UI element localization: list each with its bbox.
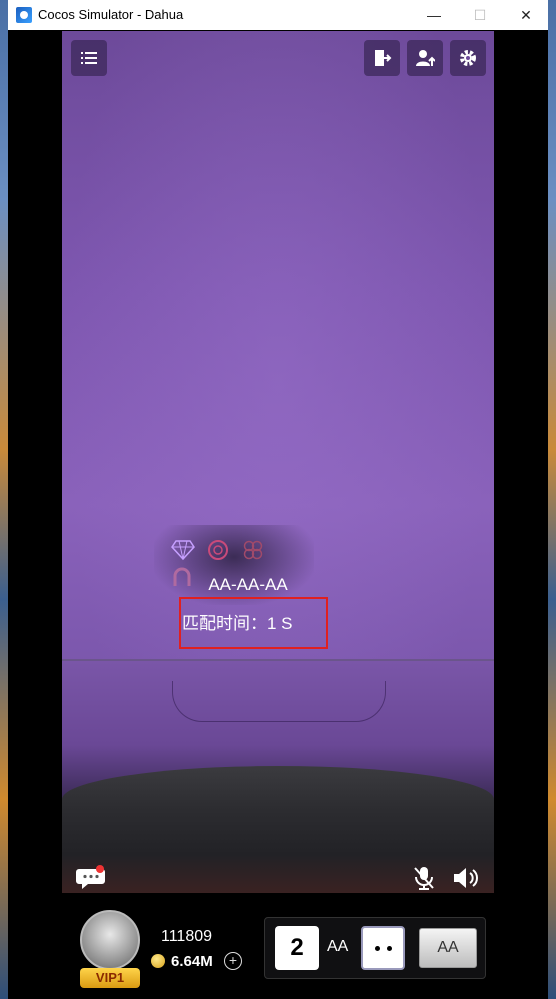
match-code: AA-AA-AA xyxy=(208,575,288,594)
add-coins-button[interactable]: + xyxy=(224,952,242,970)
settings-button[interactable] xyxy=(450,40,486,76)
diamond-icon xyxy=(170,539,196,566)
menu-icon xyxy=(81,52,97,64)
player-bar: VIP1 111809 6.64M + 2 AA AA xyxy=(8,893,548,999)
desktop-background-left xyxy=(0,0,8,999)
window-title: Cocos Simulator - Dahua xyxy=(38,7,184,22)
coin-balance: 6.64M xyxy=(171,953,213,970)
minimize-button[interactable]: — xyxy=(420,4,448,26)
simulator-window: Cocos Simulator - Dahua — ☐ ✕ AA-AA-AA 匹… xyxy=(8,0,548,999)
speaker-icon[interactable] xyxy=(452,865,480,891)
match-time: 匹配时间：1 S xyxy=(182,614,293,633)
wheel-icon xyxy=(206,539,230,566)
clover-icon xyxy=(241,539,265,566)
game-table: AA-AA-AA 匹配时间：1 S xyxy=(62,31,494,893)
cocos-app-icon xyxy=(16,7,32,23)
desktop-background-right xyxy=(548,0,556,999)
aa-button[interactable]: AA xyxy=(419,928,477,968)
close-button[interactable]: ✕ xyxy=(512,4,540,26)
chat-notification-dot xyxy=(96,865,104,873)
user-up-button[interactable] xyxy=(407,40,443,76)
maximize-button[interactable]: ☐ xyxy=(466,4,494,26)
room-code: AA xyxy=(327,938,349,955)
suit-icons xyxy=(170,539,300,586)
title-bar[interactable]: Cocos Simulator - Dahua — ☐ ✕ xyxy=(8,0,548,30)
coin-icon xyxy=(151,954,165,968)
avatar[interactable] xyxy=(80,910,140,970)
table-notch xyxy=(172,681,386,722)
dice-icon[interactable] xyxy=(361,926,405,970)
player-id: 111809 xyxy=(161,928,213,945)
user-upload-icon xyxy=(416,50,435,66)
vip-badge: VIP1 xyxy=(80,968,140,988)
exit-door-icon xyxy=(375,50,392,66)
exit-button[interactable] xyxy=(364,40,400,76)
mic-muted-icon[interactable] xyxy=(412,865,436,891)
menu-button[interactable] xyxy=(71,40,107,76)
player-count[interactable]: 2 xyxy=(275,926,319,970)
gear-icon xyxy=(460,50,476,66)
room-panel: 2 AA AA xyxy=(264,917,486,979)
